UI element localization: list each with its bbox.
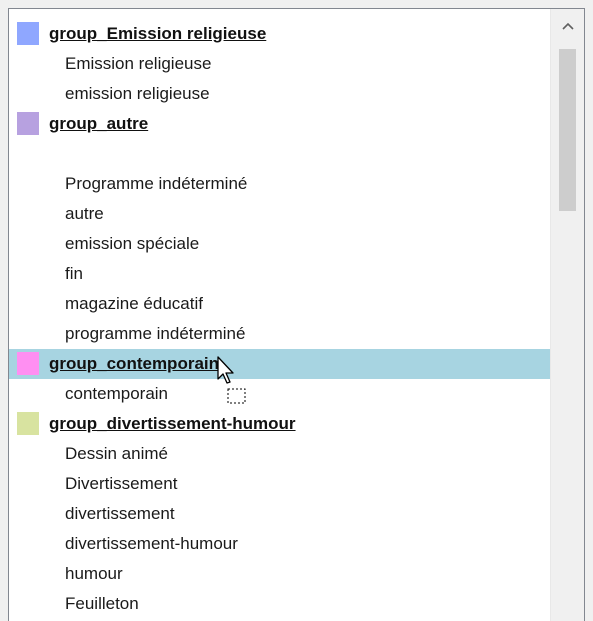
list-item[interactable]: magazine éducatif (9, 289, 551, 319)
item-label: emission spéciale (65, 234, 200, 253)
item-label: Dessin animé (65, 444, 168, 463)
group-row[interactable]: group_contemporain (9, 349, 551, 379)
vertical-scrollbar[interactable] (550, 9, 584, 621)
item-label: fin (65, 264, 83, 283)
list-item[interactable]: Dessin animé (9, 439, 551, 469)
list-item[interactable]: Feuilleton (9, 589, 551, 619)
item-label: Programme indéterminé (65, 174, 248, 193)
group-listbox[interactable]: group_Emission religieuse Emission religi… (8, 8, 585, 621)
item-label: divertissement-humour (65, 534, 238, 553)
list-item[interactable]: contemporain (9, 379, 551, 409)
item-label: magazine éducatif (65, 294, 203, 313)
group-row[interactable]: group_divertissement-humour (9, 409, 551, 439)
list-item[interactable] (9, 139, 551, 169)
item-label: Emission religieuse (65, 54, 212, 73)
group-row[interactable]: group_Emission religieuse (9, 19, 551, 49)
list-item[interactable]: Programme indéterminé (9, 169, 551, 199)
group-color-swatch (17, 22, 39, 45)
group-label: group_divertissement-humour (49, 414, 296, 433)
item-label: programme indéterminé (65, 324, 246, 343)
item-label: autre (65, 204, 104, 223)
list-item[interactable]: divertissement (9, 499, 551, 529)
group-label: group_contemporain (49, 354, 220, 373)
list-item[interactable]: Divertissement (9, 469, 551, 499)
list-item[interactable]: autre (9, 199, 551, 229)
item-label: Feuilleton (65, 594, 139, 613)
group-row[interactable]: group_autre (9, 109, 551, 139)
chevron-up-icon (562, 22, 574, 30)
listbox-rows: group_Emission religieuse Emission religi… (9, 19, 551, 619)
item-label: emission religieuse (65, 84, 210, 103)
list-item[interactable]: emission spéciale (9, 229, 551, 259)
item-label: divertissement (65, 504, 175, 523)
scroll-up-button[interactable] (551, 9, 584, 43)
list-item[interactable]: fin (9, 259, 551, 289)
list-item[interactable]: emission religieuse (9, 79, 551, 109)
group-color-swatch (17, 112, 39, 135)
group-color-swatch (17, 412, 39, 435)
list-item[interactable]: divertissement-humour (9, 529, 551, 559)
list-item[interactable]: humour (9, 559, 551, 589)
scroll-thumb[interactable] (559, 49, 576, 211)
group-label: group_Emission religieuse (49, 24, 267, 43)
item-label: Divertissement (65, 474, 178, 493)
item-label: humour (65, 564, 123, 583)
list-item[interactable]: programme indéterminé (9, 319, 551, 349)
group-label: group_autre (49, 114, 149, 133)
item-label: contemporain (65, 384, 169, 403)
group-color-swatch (17, 352, 39, 375)
list-item[interactable]: Emission religieuse (9, 49, 551, 79)
